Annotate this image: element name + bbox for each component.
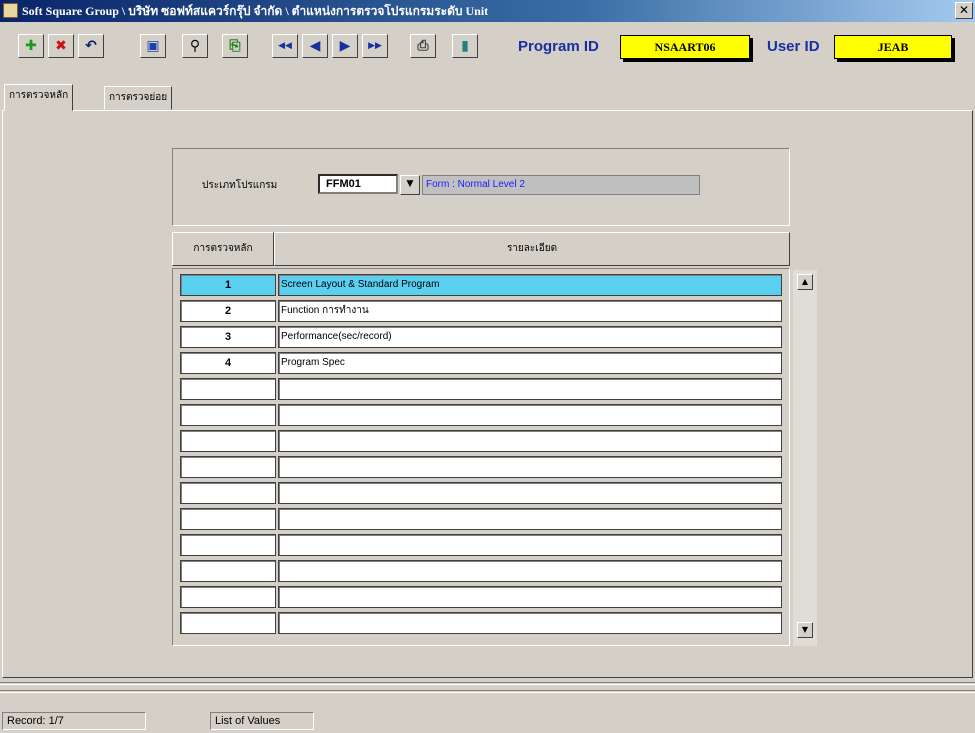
- row-number-cell[interactable]: 2: [180, 300, 276, 322]
- row-number-cell[interactable]: [180, 560, 276, 582]
- table-row[interactable]: 2 Function การทำงาน: [180, 300, 782, 322]
- last-button[interactable]: ▶▶: [362, 34, 388, 58]
- table-row[interactable]: [180, 586, 782, 608]
- separator: [0, 690, 975, 693]
- row-number-cell[interactable]: [180, 508, 276, 530]
- scroll-down-button[interactable]: ▼: [797, 622, 813, 638]
- row-description-cell[interactable]: Function การทำงาน: [278, 300, 782, 322]
- query-icon: ⎘: [229, 38, 241, 54]
- row-description-cell[interactable]: Screen Layout & Standard Program: [278, 274, 782, 296]
- exit-button[interactable]: ▮: [452, 34, 478, 58]
- row-description-cell[interactable]: Performance(sec/record): [278, 326, 782, 348]
- find-button[interactable]: ⚲: [182, 34, 208, 58]
- row-number-cell[interactable]: [180, 612, 276, 634]
- next-icon: ▶: [339, 38, 351, 54]
- exit-icon: ▮: [461, 38, 469, 54]
- window-title-bar: Soft Square Group \ บริษัท ซอฟท์สแควร์กร…: [0, 0, 975, 22]
- row-description-cell[interactable]: [278, 378, 782, 400]
- status-mode: List of Values: [210, 712, 314, 730]
- table-row[interactable]: [180, 508, 782, 530]
- row-number-cell[interactable]: [180, 482, 276, 504]
- prev-icon: ◀: [309, 38, 321, 54]
- column-header-details[interactable]: รายละเอียด: [274, 232, 790, 266]
- row-number-cell[interactable]: [180, 534, 276, 556]
- save-icon: ▣: [146, 38, 160, 54]
- row-number-cell[interactable]: [180, 404, 276, 426]
- undo-button[interactable]: ↶: [78, 34, 104, 58]
- undo-icon: ↶: [85, 38, 97, 54]
- table-row[interactable]: [180, 534, 782, 556]
- table-row[interactable]: [180, 560, 782, 582]
- row-number-cell[interactable]: 1: [180, 274, 276, 296]
- toolbar: Program ID NSAART06 User ID JEAB ✚ ✖ ↶ ▣ ⚲ ⎘ ◀…: [0, 22, 975, 80]
- program-type-input[interactable]: FFM01: [318, 174, 398, 194]
- separator: [0, 682, 975, 685]
- row-description-cell[interactable]: [278, 612, 782, 634]
- close-button[interactable]: ✕: [955, 2, 973, 19]
- status-bar: Record: 1/7 List of Values: [0, 709, 975, 733]
- table-row[interactable]: [180, 456, 782, 478]
- save-button[interactable]: ▣: [140, 34, 166, 58]
- table-row[interactable]: [180, 430, 782, 452]
- row-number-cell[interactable]: [180, 430, 276, 452]
- program-id-label: Program ID: [518, 38, 599, 55]
- first-icon: ◀◀: [278, 41, 292, 51]
- table-row[interactable]: 3 Performance(sec/record): [180, 326, 782, 348]
- last-icon: ▶▶: [368, 41, 382, 51]
- table-row[interactable]: 1 Screen Layout & Standard Program: [180, 274, 782, 296]
- program-type-dropdown-button[interactable]: ▼: [400, 175, 420, 195]
- next-button[interactable]: ▶: [332, 34, 358, 58]
- table-row[interactable]: [180, 378, 782, 400]
- user-id-label: User ID: [767, 38, 820, 55]
- add-button[interactable]: ✚: [18, 34, 44, 58]
- window-title: Soft Square Group \ บริษัท ซอฟท์สแควร์กร…: [22, 4, 489, 18]
- row-description-cell[interactable]: [278, 482, 782, 504]
- program-type-description: Form : Normal Level 2: [422, 175, 700, 195]
- table-row[interactable]: 4 Program Spec: [180, 352, 782, 374]
- status-record: Record: 1/7: [2, 712, 146, 730]
- tab-main-check[interactable]: การตรวจหลัก: [4, 84, 74, 111]
- row-description-cell[interactable]: [278, 430, 782, 452]
- program-id-field: NSAART06: [620, 35, 750, 59]
- row-description-cell[interactable]: [278, 534, 782, 556]
- delete-button[interactable]: ✖: [48, 34, 74, 58]
- row-number-cell[interactable]: [180, 586, 276, 608]
- query-button[interactable]: ⎘: [222, 34, 248, 58]
- preview-button[interactable]: ⎙: [410, 34, 436, 58]
- row-description-cell[interactable]: [278, 404, 782, 426]
- table-row[interactable]: [180, 612, 782, 634]
- row-number-cell[interactable]: [180, 378, 276, 400]
- table-row[interactable]: [180, 404, 782, 426]
- row-description-cell[interactable]: [278, 508, 782, 530]
- scroll-up-button[interactable]: ▲: [797, 274, 813, 290]
- row-number-cell[interactable]: 3: [180, 326, 276, 348]
- user-id-field: JEAB: [834, 35, 952, 59]
- prev-button[interactable]: ◀: [302, 34, 328, 58]
- app-icon: [3, 3, 18, 18]
- delete-icon: ✖: [55, 38, 67, 54]
- program-type-label: ประเภทโปรแกรม: [202, 180, 278, 191]
- column-header-main-check[interactable]: การตรวจหลัก: [172, 232, 274, 266]
- grid-scrollbar[interactable]: ▲ ▼: [793, 270, 817, 646]
- add-icon: ✚: [25, 38, 37, 54]
- preview-icon: ⎙: [417, 38, 429, 54]
- table-row[interactable]: [180, 482, 782, 504]
- row-number-cell[interactable]: [180, 456, 276, 478]
- find-icon: ⚲: [189, 38, 201, 54]
- tab-sub-check[interactable]: การตรวจย่อย: [104, 86, 173, 110]
- row-description-cell[interactable]: Program Spec: [278, 352, 782, 374]
- first-button[interactable]: ◀◀: [272, 34, 298, 58]
- row-description-cell[interactable]: [278, 586, 782, 608]
- row-number-cell[interactable]: 4: [180, 352, 276, 374]
- row-description-cell[interactable]: [278, 560, 782, 582]
- row-description-cell[interactable]: [278, 456, 782, 478]
